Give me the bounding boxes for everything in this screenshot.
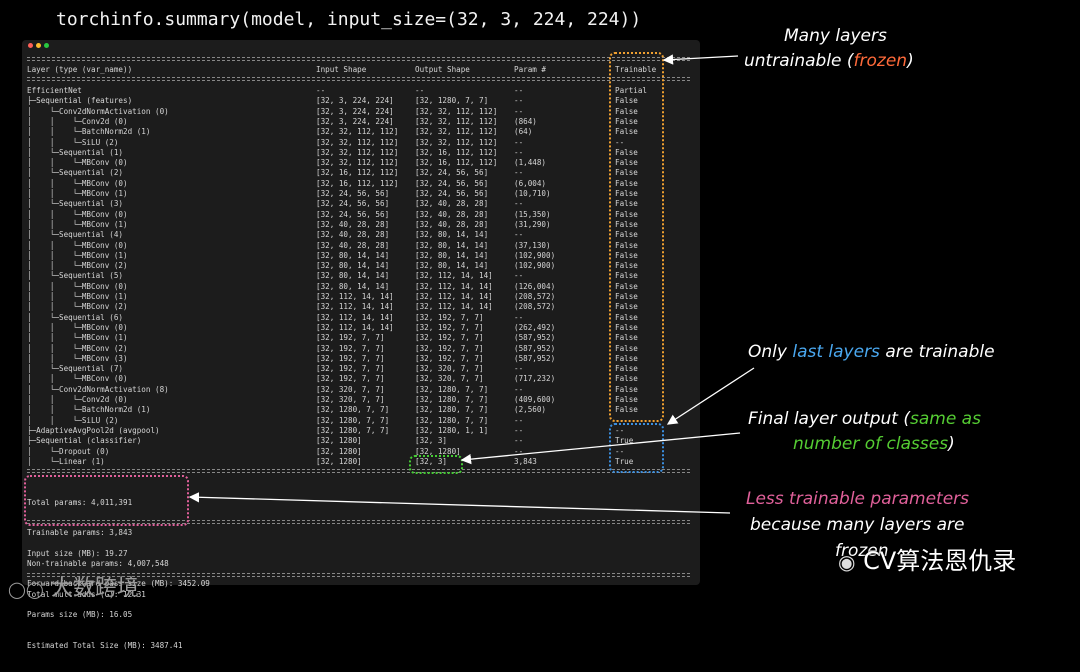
- estimated-total-size: Estimated Total Size (MB): 3487.41: [27, 641, 183, 651]
- note-final-d: ): [948, 434, 955, 454]
- note-last-b: last layers: [792, 342, 880, 362]
- note-frozen-word: frozen: [853, 51, 908, 71]
- note-untrainable-text: untrainable (: [744, 51, 854, 71]
- note-last-c: are trainable: [879, 342, 995, 362]
- params-size: Params size (MB): 16.05: [27, 610, 133, 620]
- note-less-trainable: Less trainable parameters: [746, 489, 970, 509]
- note-final-layer: Final layer output (same as: [748, 409, 981, 429]
- note-last-layers: Only last layers are trainable: [748, 342, 995, 362]
- note-final-b: same as: [909, 409, 981, 429]
- wechat-icon: ◉: [838, 550, 856, 574]
- watermark-bottom-right-text: CV算法恩仇录: [863, 547, 1017, 575]
- watermark-bottom-right: ◉ CV算法恩仇录: [838, 541, 1016, 576]
- note-number-of-classes: number of classes): [793, 434, 955, 454]
- note-untrainable-close: ): [907, 51, 914, 71]
- note-final-c: number of classes: [793, 434, 949, 454]
- note-last-a: Only: [748, 342, 793, 362]
- watermark-logo-icon: ◯◯: [8, 580, 44, 599]
- note-final-a: Final layer output (: [748, 409, 910, 429]
- watermark-bottom-left: ◯◯ 大数跨境: [8, 570, 139, 602]
- note-untrainable: untrainable (frozen): [744, 51, 914, 71]
- note-many-layers: Many layers: [784, 26, 887, 46]
- note-because: because many layers are: [750, 515, 965, 535]
- watermark-bottom-left-text: 大数跨境: [50, 576, 139, 601]
